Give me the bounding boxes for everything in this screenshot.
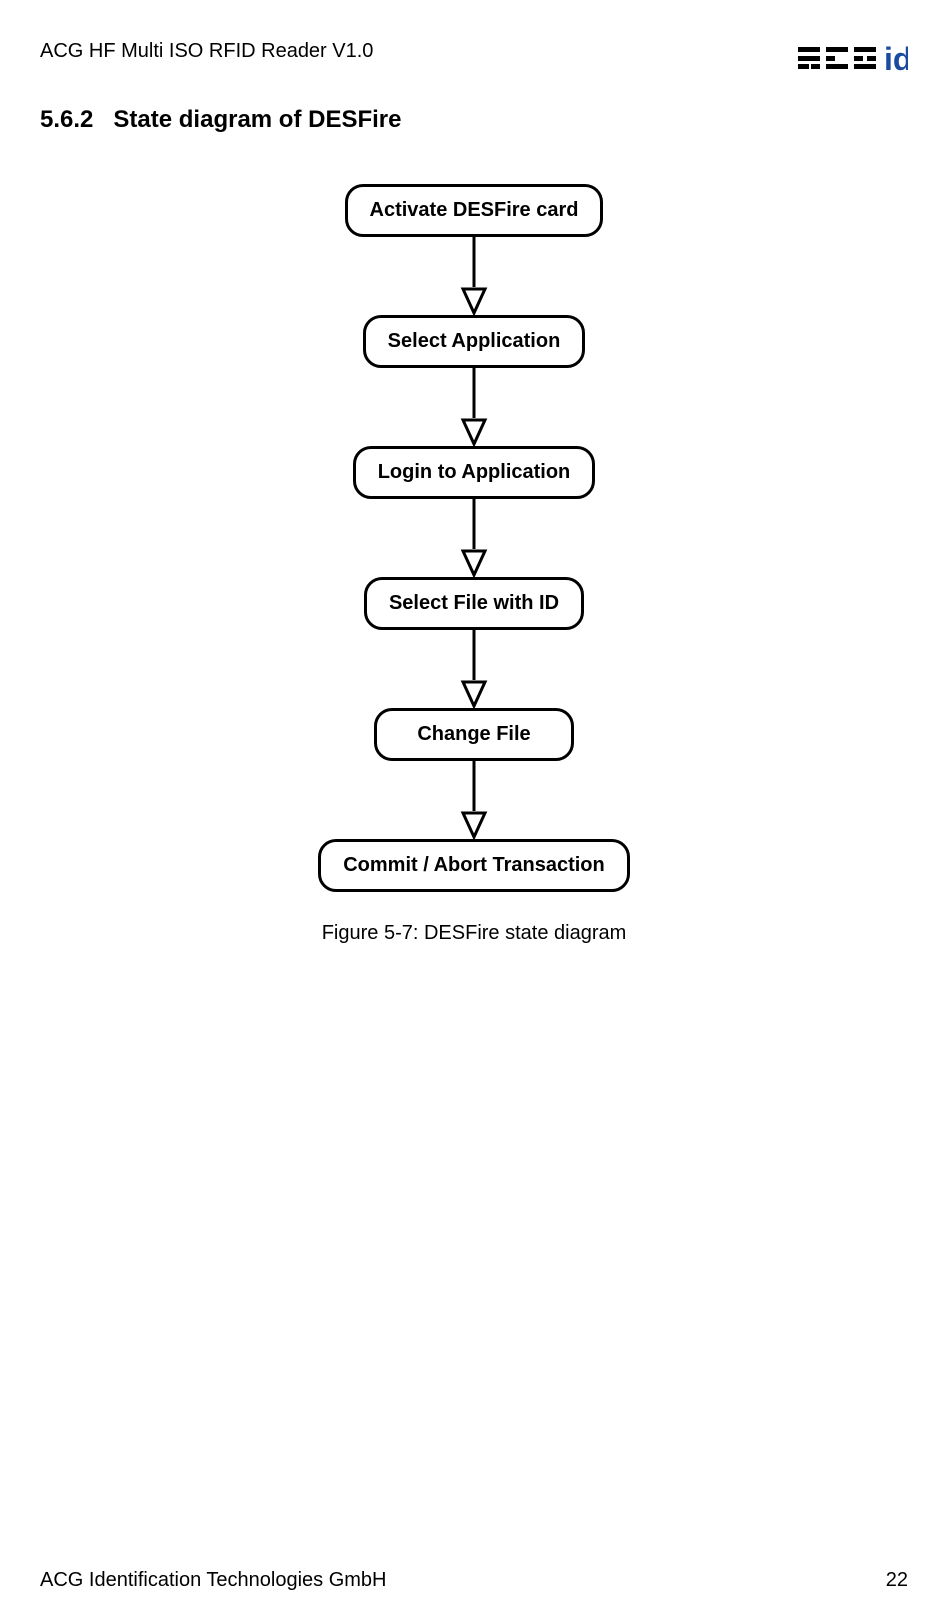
- figure-caption: Figure 5-7: DESFire state diagram: [322, 922, 627, 945]
- svg-text:id: id: [884, 41, 908, 76]
- state-select-file: Select File with ID: [364, 577, 584, 630]
- state-commit: Commit / Abort Transaction: [318, 839, 630, 892]
- state-activate: Activate DESFire card: [345, 184, 604, 237]
- document-title: ACG HF Multi ISO RFID Reader V1.0: [40, 40, 373, 63]
- arrow-icon: [459, 237, 489, 315]
- page-footer: ACG Identification Technologies GmbH 22: [40, 1569, 908, 1592]
- page-header: ACG HF Multi ISO RFID Reader V1.0 id: [40, 40, 908, 76]
- state-select-app: Select Application: [363, 315, 586, 368]
- section-number: 5.6.2: [40, 106, 93, 133]
- acg-logo: id: [798, 40, 908, 76]
- arrow-icon: [459, 499, 489, 577]
- arrow-icon: [459, 630, 489, 708]
- acg-logo-svg: id: [798, 40, 908, 76]
- footer-company: ACG Identification Technologies GmbH: [40, 1569, 386, 1592]
- footer-page-number: 22: [886, 1569, 908, 1592]
- state-diagram: Activate DESFire card Select Application…: [40, 184, 908, 945]
- section-heading: 5.6.2 State diagram of DESFire: [40, 106, 908, 134]
- state-change-file: Change File: [374, 708, 574, 761]
- state-login: Login to Application: [353, 446, 596, 499]
- arrow-icon: [459, 368, 489, 446]
- arrow-icon: [459, 761, 489, 839]
- section-title: State diagram of DESFire: [113, 106, 401, 133]
